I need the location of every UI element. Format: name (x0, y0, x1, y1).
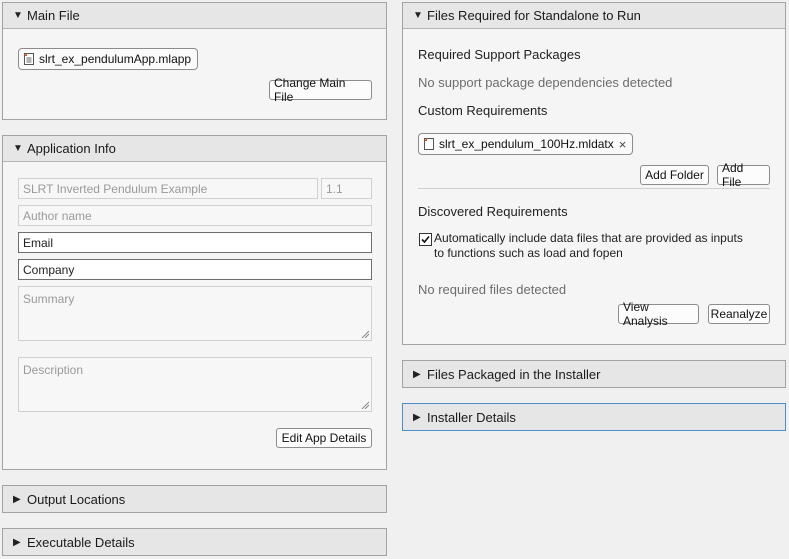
application-info-header[interactable]: ▼ Application Info (3, 136, 386, 162)
auto-include-line1: Automatically include data files that ar… (434, 231, 743, 245)
installer-details-panel[interactable]: ▶ Installer Details (402, 403, 786, 431)
files-packaged-panel[interactable]: ▶ Files Packaged in the Installer (402, 360, 786, 388)
auto-include-line2: to functions such as load and fopen (434, 246, 623, 260)
section-divider (418, 188, 770, 189)
add-folder-button[interactable]: Add Folder (640, 165, 709, 185)
file-icon (23, 52, 35, 66)
executable-details-title: Executable Details (27, 534, 135, 550)
summary-textarea[interactable]: Summary (18, 286, 372, 341)
file-icon (423, 137, 435, 151)
main-file-title: Main File (27, 8, 80, 23)
triangle-right-icon: ▶ (13, 536, 21, 548)
files-required-panel: ▼ Files Required for Standalone to Run R… (402, 2, 786, 345)
change-main-file-button[interactable]: Change Main File (269, 76, 372, 104)
required-files-status: No required files detected (418, 282, 567, 297)
output-locations-title: Output Locations (27, 491, 126, 507)
author-field[interactable]: Author name (18, 205, 372, 226)
email-field[interactable]: Email (18, 232, 372, 253)
installer-details-header[interactable]: ▶ Installer Details (403, 404, 785, 430)
triangle-down-icon: ▼ (413, 10, 423, 21)
files-packaged-header[interactable]: ▶ Files Packaged in the Installer (403, 361, 785, 387)
discovered-requirements-heading: Discovered Requirements (418, 204, 568, 219)
support-packages-status: No support package dependencies detected (418, 75, 673, 90)
custom-requirements-heading: Custom Requirements (418, 103, 548, 118)
executable-details-header[interactable]: ▶ Executable Details (3, 529, 386, 555)
check-icon (421, 235, 430, 244)
company-field[interactable]: Company (18, 259, 372, 280)
output-locations-panel[interactable]: ▶ Output Locations (2, 485, 387, 513)
custom-file-chip[interactable]: slrt_ex_pendulum_100Hz.mldatx × (418, 133, 634, 155)
reanalyze-button[interactable]: Reanalyze (708, 304, 770, 324)
auto-include-label: Automatically include data files that ar… (434, 231, 743, 261)
files-required-header[interactable]: ▼ Files Required for Standalone to Run (403, 3, 785, 29)
app-name-field[interactable]: SLRT Inverted Pendulum Example (18, 178, 318, 199)
executable-details-panel[interactable]: ▶ Executable Details (2, 528, 387, 556)
view-analysis-button[interactable]: View Analysis (618, 300, 699, 328)
summary-placeholder: Summary (23, 292, 75, 306)
main-file-header[interactable]: ▼ Main File (3, 3, 386, 29)
triangle-right-icon: ▶ (413, 368, 421, 380)
triangle-down-icon: ▼ (13, 143, 23, 154)
triangle-right-icon: ▶ (413, 411, 421, 423)
version-field[interactable]: 1.1 (321, 178, 372, 199)
triangle-down-icon: ▼ (13, 10, 23, 21)
application-info-title: Application Info (27, 141, 116, 156)
edit-app-details-button[interactable]: Edit App Details (276, 428, 372, 448)
close-icon[interactable]: × (619, 137, 627, 152)
output-locations-header[interactable]: ▶ Output Locations (3, 486, 386, 512)
auto-include-checkbox[interactable] (419, 233, 432, 246)
files-required-title: Files Required for Standalone to Run (427, 8, 641, 23)
resize-grip-icon[interactable] (361, 401, 369, 409)
add-file-button[interactable]: Add File (717, 161, 770, 189)
main-file-chip[interactable]: slrt_ex_pendulumApp.mlapp (18, 48, 199, 70)
custom-file-name: slrt_ex_pendulum_100Hz.mldatx (439, 137, 614, 151)
description-textarea[interactable]: Description (18, 357, 372, 412)
main-file-name: slrt_ex_pendulumApp.mlapp (39, 52, 192, 66)
installer-details-title: Installer Details (427, 409, 516, 425)
triangle-right-icon: ▶ (13, 493, 21, 505)
application-info-panel: ▼ Application Info SLRT Inverted Pendulu… (2, 135, 387, 470)
support-packages-heading: Required Support Packages (418, 47, 581, 62)
main-file-panel: ▼ Main File slrt_ex_pendulumApp.mlapp Ch… (2, 2, 387, 120)
description-placeholder: Description (23, 363, 84, 377)
resize-grip-icon[interactable] (361, 330, 369, 338)
files-packaged-title: Files Packaged in the Installer (427, 366, 601, 382)
